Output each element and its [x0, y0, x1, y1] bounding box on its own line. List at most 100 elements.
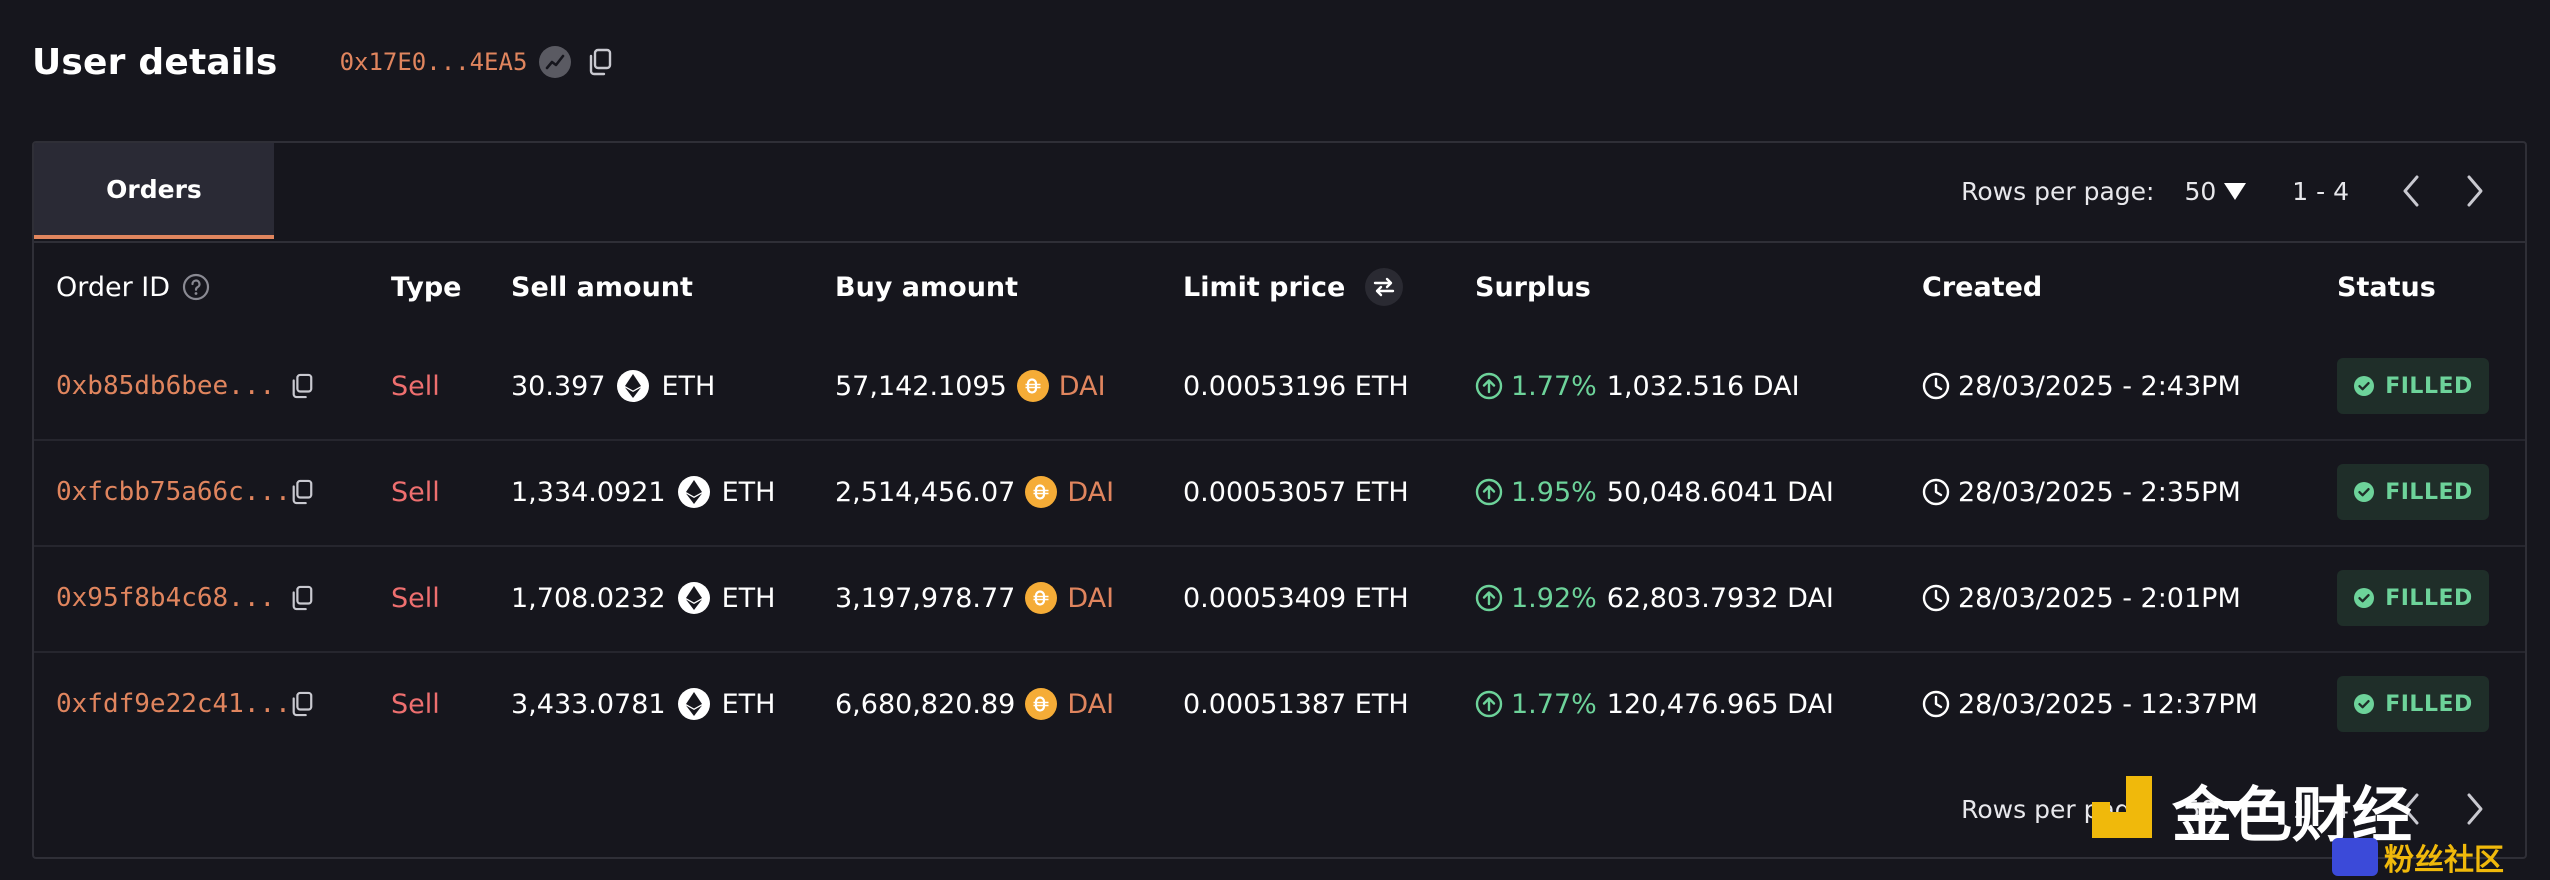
table-row[interactable]: 0x95f8b4c68... Sell 1,708.0232 ETH 3,197,978…: [34, 545, 2525, 651]
swap-arrows-icon[interactable]: [1365, 268, 1404, 306]
status-cell: FILLED: [2337, 439, 2489, 545]
pagination-bottom: Rows per page: 50 1 - 4: [1961, 761, 2525, 857]
chevron-right-icon[interactable]: [2443, 779, 2507, 839]
eth-token-icon: [677, 582, 710, 614]
tab-orders[interactable]: Orders: [34, 143, 274, 239]
page-title: User details: [32, 41, 278, 83]
copy-icon[interactable]: [290, 651, 314, 757]
table-row[interactable]: 0xb85db6bee... Sell 30.397 ETH 57,142.1095 DA…: [34, 333, 2525, 439]
eth-token-icon: [677, 688, 710, 720]
dai-token-icon: [1025, 476, 1058, 508]
order-id-link[interactable]: 0x95f8b4c68...: [56, 545, 275, 651]
status-label: FILLED: [2385, 479, 2473, 505]
surplus: 1.95% 50,048.6041 DAI: [1475, 439, 1834, 545]
buy-token-link[interactable]: DAI: [1059, 371, 1106, 402]
arrow-up-circle-icon: [1475, 690, 1503, 718]
created-time: 28/03/2025 - 2:43PM: [1922, 333, 2241, 439]
status-label: FILLED: [2385, 691, 2473, 717]
tab-bar: Orders Rows per page: 50 1 - 4: [34, 143, 2525, 243]
caret-down-icon: [2224, 800, 2247, 818]
column-type: Type: [391, 271, 462, 303]
sell-token-symbol: ETH: [721, 688, 776, 720]
order-type: Sell: [391, 476, 440, 508]
copy-icon[interactable]: [290, 333, 314, 439]
order-type: Sell: [391, 582, 440, 614]
copy-icon[interactable]: [290, 439, 314, 545]
column-created: Created: [1922, 271, 2043, 303]
check-circle-icon: [2353, 375, 2375, 397]
column-buy-amount: Buy amount: [835, 271, 1019, 303]
check-circle-icon: [2353, 481, 2375, 503]
chevron-left-icon[interactable]: [2379, 161, 2443, 221]
caret-down-icon: [2224, 182, 2247, 200]
buy-token-link[interactable]: DAI: [1067, 477, 1114, 508]
status-badge: FILLED: [2337, 358, 2489, 414]
copy-icon[interactable]: [290, 545, 314, 651]
status-label: FILLED: [2385, 373, 2473, 399]
sell-token-symbol: ETH: [661, 370, 716, 402]
rows-per-page-select-bottom[interactable]: 50: [2184, 795, 2247, 824]
surplus-amount: 120,476.965 DAI: [1606, 688, 1834, 720]
eth-token-icon: [617, 370, 650, 402]
question-circle-icon[interactable]: [182, 273, 210, 301]
check-circle-icon: [2353, 587, 2375, 609]
eth-token-icon: [677, 476, 710, 508]
created-value: 28/03/2025 - 2:43PM: [1958, 370, 2241, 402]
order-id-link[interactable]: 0xfdf9e22c41...: [56, 651, 291, 757]
clock-icon: [1922, 690, 1950, 718]
sell-amount-value: 3,433.0781: [511, 688, 666, 720]
page-range-bottom: 1 - 4: [2292, 794, 2349, 824]
column-limit-price: Limit price: [1183, 243, 1404, 331]
column-status: Status: [2337, 271, 2436, 303]
sell-amount: 3,433.0781 ETH: [511, 651, 775, 757]
user-address-link[interactable]: 0x17E0...4EA5: [340, 48, 528, 76]
rows-per-page-select[interactable]: 50: [2184, 177, 2247, 206]
status-badge: FILLED: [2337, 676, 2489, 732]
check-circle-icon: [2353, 693, 2375, 715]
surplus-percent: 1.95%: [1511, 476, 1597, 508]
chevron-left-icon[interactable]: [2379, 779, 2443, 839]
page-range: 1 - 4: [2292, 176, 2349, 206]
order-type: Sell: [391, 370, 440, 402]
status-label: FILLED: [2385, 585, 2473, 611]
analytics-icon[interactable]: [539, 46, 572, 78]
limit-price: 0.00053057 ETH: [1183, 476, 1409, 508]
buy-amount-value: 2,514,456.07: [835, 476, 1016, 508]
buy-amount-value: 57,142.1095: [835, 370, 1007, 402]
surplus-amount: 62,803.7932 DAI: [1606, 582, 1834, 614]
sell-token-symbol: ETH: [721, 582, 776, 614]
clock-icon: [1922, 478, 1950, 506]
sell-amount: 1,708.0232 ETH: [511, 545, 775, 651]
sell-amount-value: 30.397: [511, 370, 606, 402]
surplus-percent: 1.77%: [1511, 370, 1597, 402]
sell-amount: 30.397 ETH: [511, 333, 715, 439]
table-row[interactable]: 0xfcbb75a66c... Sell 1,334.0921 ETH 2,514,45…: [34, 439, 2525, 545]
order-type: Sell: [391, 688, 440, 720]
table-row[interactable]: 0xfdf9e22c41... Sell 3,433.0781 ETH 6,680,82…: [34, 651, 2525, 757]
rows-per-page-label-bottom: Rows per page:: [1961, 794, 2155, 824]
buy-token-link[interactable]: DAI: [1067, 583, 1114, 614]
buy-amount: 6,680,820.89 DAI: [835, 651, 1114, 757]
buy-token-link[interactable]: DAI: [1067, 689, 1114, 720]
surplus-amount: 1,032.516 DAI: [1606, 370, 1800, 402]
limit-price: 0.00053409 ETH: [1183, 582, 1409, 614]
rows-per-page-label: Rows per page:: [1961, 176, 2155, 206]
sell-amount-value: 1,334.0921: [511, 476, 666, 508]
dai-token-icon: [1025, 688, 1058, 720]
copy-address-icon[interactable]: [587, 48, 613, 76]
buy-amount-value: 3,197,978.77: [835, 582, 1016, 614]
order-id-link[interactable]: 0xfcbb75a66c...: [56, 439, 291, 545]
status-cell: FILLED: [2337, 333, 2489, 439]
sell-token-symbol: ETH: [721, 476, 776, 508]
sell-amount: 1,334.0921 ETH: [511, 439, 775, 545]
column-sell-amount: Sell amount: [511, 271, 693, 303]
limit-price: 0.00051387 ETH: [1183, 688, 1409, 720]
status-badge: FILLED: [2337, 464, 2489, 520]
sell-amount-value: 1,708.0232: [511, 582, 666, 614]
arrow-up-circle-icon: [1475, 478, 1503, 506]
order-id-link[interactable]: 0xb85db6bee...: [56, 333, 275, 439]
arrow-up-circle-icon: [1475, 584, 1503, 612]
buy-amount: 57,142.1095 DAI: [835, 333, 1106, 439]
chevron-right-icon[interactable]: [2443, 161, 2507, 221]
column-order-id: Order ID: [56, 243, 210, 331]
